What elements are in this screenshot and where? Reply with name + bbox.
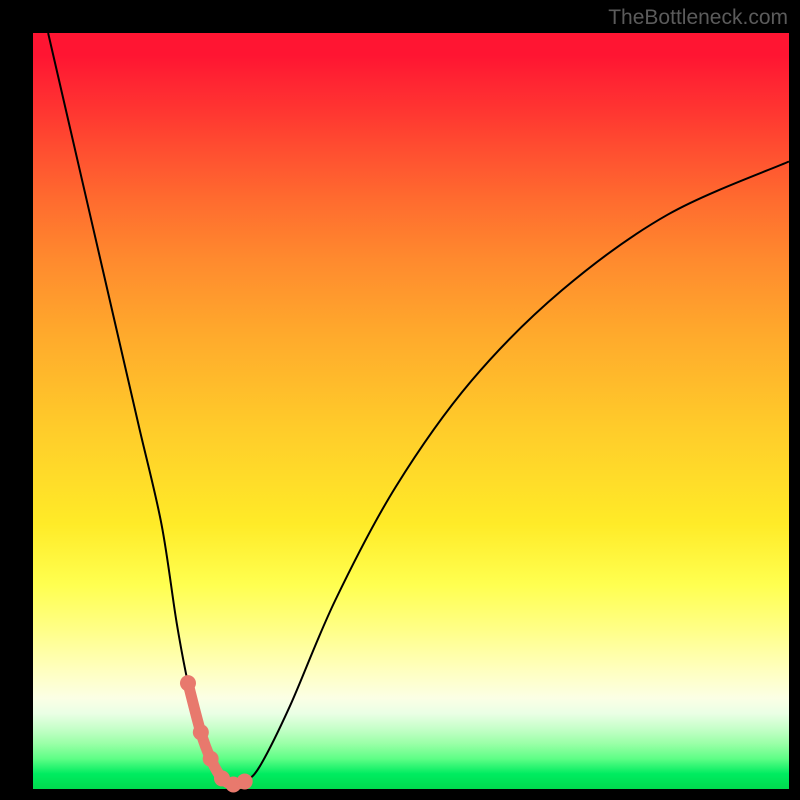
attribution-text: TheBottleneck.com (608, 6, 788, 30)
highlight-markers (180, 675, 253, 792)
chart-svg (33, 33, 789, 789)
bottleneck-curve (48, 33, 789, 785)
chart-frame: TheBottleneck.com (0, 0, 800, 800)
plot-area (33, 33, 789, 789)
